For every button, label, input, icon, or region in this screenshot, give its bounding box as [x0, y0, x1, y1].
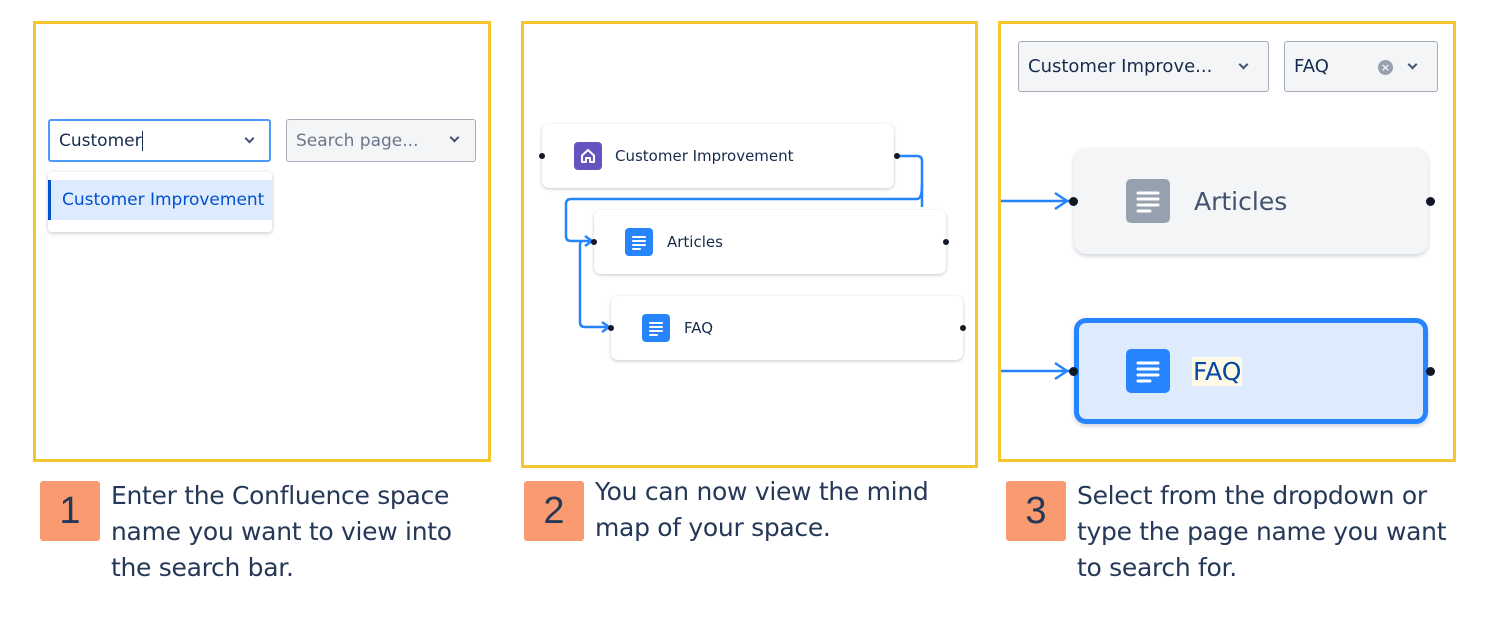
node-anchor-dot [591, 239, 597, 245]
page-icon [1126, 179, 1170, 223]
node-anchor-dot [1069, 367, 1078, 376]
step1-screenshot-panel: Customer Search page... Customer Improve… [33, 21, 491, 462]
page-icon [1126, 349, 1170, 393]
step2-screenshot-panel: Customer Improvement Articles FAQ [521, 21, 978, 468]
node-label: Articles [667, 233, 723, 251]
page-icon [642, 314, 670, 342]
step-number-badge: 1 [40, 481, 100, 541]
step3-screenshot-panel: Customer Improve... FAQ × Articles FAQ [998, 21, 1456, 462]
page-icon [625, 228, 653, 256]
page-select[interactable]: FAQ × [1284, 41, 1438, 92]
step-3: 3 Select from the dropdown or type the p… [1006, 481, 1466, 586]
mindmap-node-articles[interactable]: Articles [1074, 148, 1428, 254]
node-anchor-dot [894, 153, 900, 159]
arrowhead [1054, 361, 1069, 381]
node-label: Articles [1194, 186, 1288, 216]
node-label: Customer Improvement [615, 147, 794, 165]
clear-icon[interactable]: × [1378, 60, 1393, 75]
step-caption: Select from the dropdown or type the pag… [1077, 481, 1447, 582]
step-2: 2 You can now view the mind map of your … [524, 477, 964, 546]
step-number-badge: 3 [1006, 481, 1066, 541]
arrowhead [1054, 191, 1069, 211]
node-anchor-dot [1069, 197, 1078, 206]
mindmap-node-faq[interactable]: FAQ [611, 296, 963, 360]
text-cursor [141, 130, 143, 151]
home-icon [574, 142, 602, 170]
mindmap-node-root[interactable]: Customer Improvement [542, 124, 894, 188]
mindmap-node-articles[interactable]: Articles [594, 210, 946, 274]
space-select-value: Customer Improve... [1028, 56, 1213, 77]
page-search-select[interactable]: Search page... [286, 119, 476, 162]
mindmap-node-faq-selected[interactable]: FAQ [1074, 318, 1428, 424]
step-caption: You can now view the mind map of your sp… [595, 477, 929, 542]
node-anchor-dot [1426, 197, 1435, 206]
step-caption: Enter the Confluence space name you want… [111, 481, 452, 582]
node-anchor-dot [960, 325, 966, 331]
node-anchor-dot [608, 325, 614, 331]
page-search-placeholder: Search page... [296, 130, 419, 151]
step-1: 1 Enter the Confluence space name you wa… [40, 481, 480, 586]
step-number-badge: 2 [524, 481, 584, 541]
connector-root-to-children [897, 154, 924, 207]
space-dropdown-menu: Customer Improvement [48, 172, 272, 232]
node-anchor-dot [539, 153, 545, 159]
node-label-search-match: FAQ [1192, 356, 1243, 386]
space-select[interactable]: Customer Improve... [1018, 41, 1269, 92]
node-anchor-dot [1426, 367, 1435, 376]
node-anchor-dot [943, 239, 949, 245]
space-search-value: Customer [59, 130, 142, 151]
page-select-value: FAQ [1294, 56, 1329, 77]
space-search-input[interactable]: Customer [48, 119, 271, 162]
node-label: FAQ [684, 319, 714, 337]
dropdown-option-customer-improvement[interactable]: Customer Improvement [48, 180, 272, 220]
